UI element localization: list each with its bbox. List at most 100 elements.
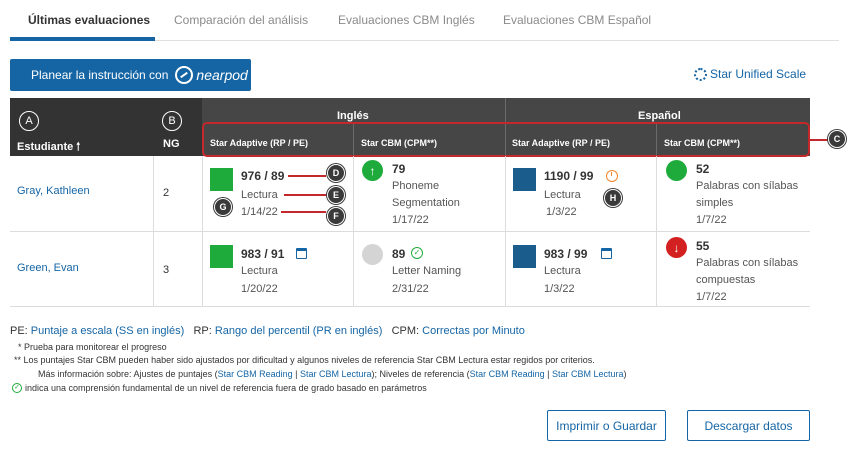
clock-icon [606,170,618,182]
header-student: A Estudiante 🠑 [10,98,153,156]
callout-e-line [284,194,326,196]
grade-value: 3 [163,264,170,276]
benchmarks-cbm-lectura-link[interactable]: Star CBM Lectura [552,369,624,379]
group-spanish: Español [638,110,681,122]
column-divider [353,156,354,306]
adjustments-cbm-reading-link[interactable]: Star CBM Reading [218,369,293,379]
cbm-measure: Palabras con sílabas [696,180,799,192]
adaptive-date: 1/3/22 [544,283,575,295]
more-info-prefix: Más información sobre: Ajustes de puntaj… [38,369,218,379]
tab-latest-assessments[interactable]: Últimas evaluaciones [28,13,150,27]
gear-icon [694,67,707,81]
adaptive-subject: Lectura [544,189,581,201]
note-progress-monitoring: * Prueba para monitorear el progreso [18,342,167,352]
adjustments-cbm-lectura-link[interactable]: Star CBM Lectura [300,369,372,379]
row-divider [10,306,810,307]
adaptive-score[interactable]: 983 / 99 [544,247,587,261]
more-info-mid: ); Niveles de referencia ( [371,369,470,379]
adaptive-date: 1/14/22 [241,206,278,218]
separator: | [547,369,550,379]
cbm-measure-cont: compuestas [696,274,756,286]
benchmark-square [513,168,536,191]
tab-analysis-comparison[interactable]: Comparación del análisis [174,13,308,27]
benchmark-square [210,168,233,191]
cbm-score[interactable]: 52 [696,162,709,176]
cbm-date: 1/7/22 [696,291,727,303]
subheader-highlight-box [202,122,810,157]
cbm-measure-cont: Segmentation [392,197,460,209]
nearpod-logo: nearpod [175,66,248,84]
arrow-down-icon: ↓ [666,237,687,258]
pe-link[interactable]: Puntaje a escala (SS en inglés) [31,325,184,337]
benchmark-circle [666,160,687,181]
note-more-info: Más información sobre: Ajustes de puntaj… [38,369,627,379]
adaptive-date: 1/20/22 [241,283,278,295]
plan-instruction-label: Planear la instrucción con [31,68,169,82]
benchmark-square [210,245,233,268]
header-grade: B NG [153,98,202,156]
callout-c-line [810,139,828,141]
adaptive-score[interactable]: 983 / 91 [241,247,284,261]
student-name-link[interactable]: Green, Evan [17,262,79,274]
cbm-measure: Phoneme [392,180,440,192]
adaptive-subject: Lectura [241,265,278,277]
row-divider [10,231,810,232]
cbm-date: 1/17/22 [392,214,429,226]
calendar-icon [601,248,612,259]
cbm-measure-cont: simples [696,197,734,209]
callout-d-line [288,175,326,177]
arrow-up-icon: ↑ [362,160,383,181]
callout-h: H [604,189,622,207]
active-tab-indicator [10,37,155,41]
callout-c: C [828,130,846,148]
column-divider [505,156,506,306]
star-unified-scale-label: Star Unified Scale [710,67,807,81]
cbm-measure: Letter Naming [392,265,462,277]
adaptive-score[interactable]: 1190 / 99 [544,169,593,183]
nearpod-icon [175,66,194,84]
callout-f-line [281,211,326,213]
grade-value: 2 [163,187,170,199]
plan-instruction-nearpod-button[interactable]: Planear la instrucción con nearpod [10,59,251,91]
adaptive-score[interactable]: 976 / 89 [241,169,284,183]
group-english: Inglés [337,110,369,122]
callout-e: E [327,186,345,204]
rp-link[interactable]: Rango del percentil (PR en inglés) [215,325,383,337]
column-divider [656,156,657,306]
cpm-prefix: CPM: [391,325,420,337]
arrow-up-icon: 🠑 [76,141,81,153]
nearpod-wordmark: nearpod [196,67,248,83]
cbm-score[interactable]: 89 [392,247,405,261]
grade-column-header: NG [163,138,180,150]
cbm-score[interactable]: 79 [392,162,405,176]
column-divider [202,156,203,306]
download-data-button[interactable]: Descargar datos [687,410,810,441]
benchmarks-cbm-reading-link[interactable]: Star CBM Reading [470,369,545,379]
student-column-header[interactable]: Estudiante 🠑 [17,138,80,157]
score-legend: PE: Puntaje a escala (SS en inglés) RP: … [10,325,525,337]
tab-bar: Últimas evaluaciones Comparación del aná… [10,0,839,41]
tab-cbm-english[interactable]: Evaluaciones CBM Inglés [338,13,475,27]
cbm-score[interactable]: 55 [696,239,709,253]
benchmark-circle [362,244,383,265]
callout-d: D [327,164,345,182]
star-unified-scale-link[interactable]: Star Unified Scale [694,67,806,81]
benchmark-square [513,245,536,268]
print-save-button[interactable]: Imprimir o Guardar [547,410,666,441]
rp-prefix: RP: [193,325,212,337]
adaptive-subject: Lectura [241,189,278,201]
tab-cbm-spanish[interactable]: Evaluaciones CBM Español [503,13,651,27]
cbm-measure: Palabras con sílabas [696,257,799,269]
check-circle-icon: ✓ [12,383,22,393]
callout-f: F [327,207,345,225]
student-name-link[interactable]: Gray, Kathleen [17,185,90,197]
pe-prefix: PE: [10,325,28,337]
off-grade-text: indica una comprensión fundamental de un… [25,383,427,393]
calendar-icon [296,248,307,259]
callout-a: A [19,111,39,131]
separator: | [295,369,298,379]
cpm-link[interactable]: Correctas por Minuto [422,325,525,337]
check-circle-icon: ✓ [411,247,423,259]
cbm-date: 1/7/22 [696,214,727,226]
note-cbm-adjusted: ** Los puntajes Star CBM pueden haber si… [14,355,595,365]
